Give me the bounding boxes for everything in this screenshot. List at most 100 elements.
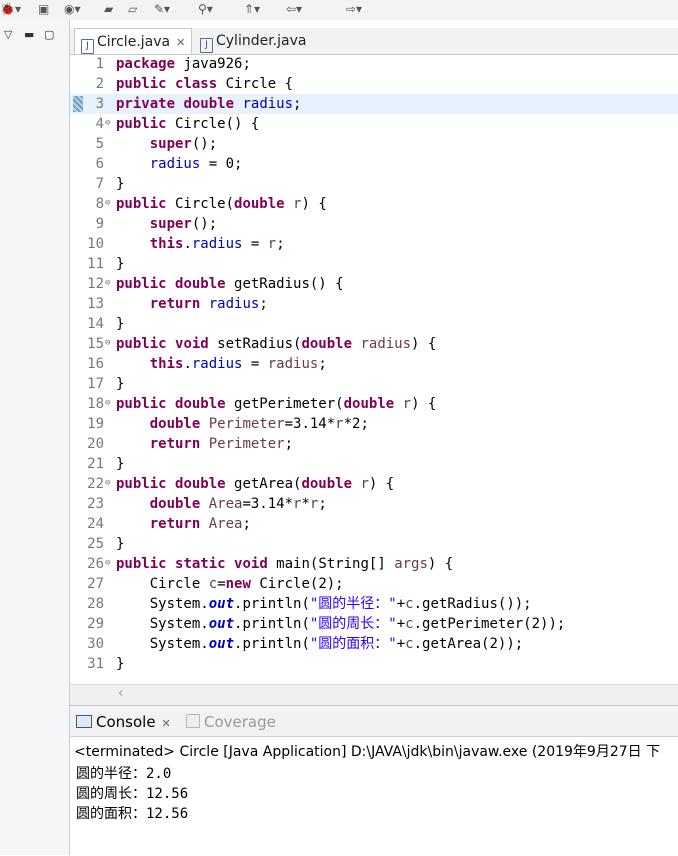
code-line[interactable]: 9 super(); [70,214,678,234]
code-line[interactable]: 11} [70,254,678,274]
fold-toggle-icon[interactable]: ⊖ [105,478,110,488]
code-line[interactable]: 8 ⊖ public Circle(double r) { [70,194,678,214]
tab-label: Circle.java [97,34,171,50]
line-number: 22 [87,476,104,492]
line-number: 27 [87,576,104,592]
annotation-icon[interactable]: ⇑▾ [244,1,260,17]
fold-toggle-icon[interactable]: ⊖ [105,118,110,128]
line-number: 24 [87,516,104,532]
line-number: 3 [95,96,104,112]
maximize-icon[interactable]: ▢ [44,28,54,41]
fold-toggle-icon[interactable]: ⊖ [105,278,110,288]
code-line[interactable]: 22 ⊖ public double getArea(double r) { [70,474,678,494]
code-line[interactable]: 5 super(); [70,134,678,154]
code-text: return radius; [149,296,268,312]
code-text: } [116,176,125,192]
code-text: } [116,536,125,552]
open-folder-icon[interactable]: ▰ [104,1,113,17]
code-line[interactable]: 16 this.radius = radius; [70,354,678,374]
close-icon[interactable]: ✕ [176,36,185,49]
main-toolbar: 🐞▾ ▣ ◉▾ ▰ ▱ ✎▾ ⚲▾ ⇑▾ ⇦▾ ⇨▾ [0,0,678,21]
code-text: System.out.println("圆的半径："+c.getRadius()… [116,596,532,612]
line-number: 20 [87,436,104,452]
close-icon[interactable]: ✕ [162,717,171,730]
console-tab-bar: Console ✕ Coverage [70,706,678,737]
code-line[interactable]: 15 ⊖ public void setRadius(double radius) … [70,334,678,354]
run-icon[interactable]: ◉▾ [64,1,81,17]
code-line[interactable]: 10 this.radius = r; [70,234,678,254]
code-line[interactable]: 31} [70,654,678,674]
line-number: 31 [87,656,104,672]
tools-icon[interactable]: ✎▾ [154,1,170,17]
code-text: } [116,656,125,672]
code-line[interactable]: 3 private double radius; [70,94,678,114]
console-icon [76,715,92,728]
line-number: 1 [95,56,104,72]
line-number: 6 [95,156,104,172]
code-line[interactable]: 18 ⊖ public double getPerimeter(double r) … [70,394,678,414]
code-text: double Area=3.14*r*r; [149,496,327,512]
code-text: public void setRadius(double radius) { [116,336,437,352]
code-line[interactable]: 12 ⊖ public double getRadius() { [70,274,678,294]
code-line[interactable]: 27 Circle c=new Circle(2); [70,574,678,594]
code-line[interactable]: 4 ⊖ public Circle() { [70,114,678,134]
code-line[interactable]: 14} [70,314,678,334]
console-status: <terminated> Circle [Java Application] D… [74,744,661,760]
forward-icon[interactable]: ⇨▾ [346,1,362,17]
code-line[interactable]: 28 System.out.println("圆的半径："+c.getRadiu… [70,594,678,614]
line-number: 23 [87,496,104,512]
fold-toggle-icon[interactable]: ⊖ [105,558,110,568]
tab-console[interactable]: Console ✕ [76,711,171,733]
line-number: 4 [95,116,104,132]
code-line[interactable]: 20 return Perimeter; [70,434,678,454]
code-line[interactable]: 17} [70,374,678,394]
fold-toggle-icon[interactable]: ⊖ [105,338,110,348]
view-menu-icon[interactable]: ▽ [4,28,12,41]
back-icon[interactable]: ⇦▾ [286,1,302,17]
package-icon[interactable]: ▣ [38,1,49,17]
package-explorer-pane: ▽ ▬ ▢ [0,20,70,855]
code-line[interactable]: 7} [70,174,678,194]
fold-toggle-icon[interactable]: ⊖ [105,398,110,408]
code-line[interactable]: 1 package java926; [70,54,678,74]
line-number: 28 [87,596,104,612]
tab-coverage[interactable]: Coverage [186,711,276,733]
code-area[interactable]: 1 package java926; 2 public class Circle {3… [70,54,678,684]
line-number: 10 [87,236,104,252]
code-line[interactable]: 19 double Perimeter=3.14*r*2; [70,414,678,434]
fold-toggle-icon[interactable]: ⊖ [105,198,110,208]
code-line[interactable]: 23 double Area=3.14*r*r; [70,494,678,514]
line-number: 15 [87,336,104,352]
code-line[interactable]: 25} [70,534,678,554]
code-text: public static void main(String[] args) { [116,556,454,572]
horizontal-scrollbar[interactable]: ‹ [70,684,678,705]
tab-circle-java[interactable]: J Circle.java ✕ [74,28,193,54]
code-text: public Circle(double r) { [116,196,327,212]
code-line[interactable]: 24 return Area; [70,514,678,534]
scroll-left-icon[interactable]: ‹ [118,686,123,701]
code-line[interactable]: 21} [70,454,678,474]
search-icon[interactable]: ⚲▾ [198,1,213,17]
debug-icon[interactable]: 🐞▾ [0,1,21,17]
code-line[interactable]: 2 public class Circle { [70,74,678,94]
java-file-icon: J [200,38,213,53]
code-line[interactable]: 29 System.out.println("圆的周长："+c.getPerim… [70,614,678,634]
line-number: 21 [87,456,104,472]
code-line[interactable]: 6 radius = 0; [70,154,678,174]
code-line[interactable]: 13 return radius; [70,294,678,314]
code-text: this.radius = radius; [149,356,327,372]
line-number: 2 [95,76,104,92]
line-number: 29 [87,616,104,632]
code-line[interactable]: 26 ⊖ public static void main(String[] args… [70,554,678,574]
code-line[interactable]: 30 System.out.println("圆的面积："+c.getArea(… [70,634,678,654]
line-number: 19 [87,416,104,432]
new-folder-icon[interactable]: ▱ [128,1,137,17]
minimize-icon[interactable]: ▬ [24,28,34,41]
code-text: radius = 0; [149,156,243,172]
code-text: return Area; [149,516,251,532]
tab-cylinder-java[interactable]: J Cylinder.java [194,28,312,54]
code-editor: J Circle.java ✕ J Cylinder.java 1 package ja… [70,20,678,705]
code-text: public double getArea(double r) { [116,476,395,492]
code-text: System.out.println("圆的周长："+c.getPerimete… [116,616,566,632]
code-text: return Perimeter; [149,436,294,452]
